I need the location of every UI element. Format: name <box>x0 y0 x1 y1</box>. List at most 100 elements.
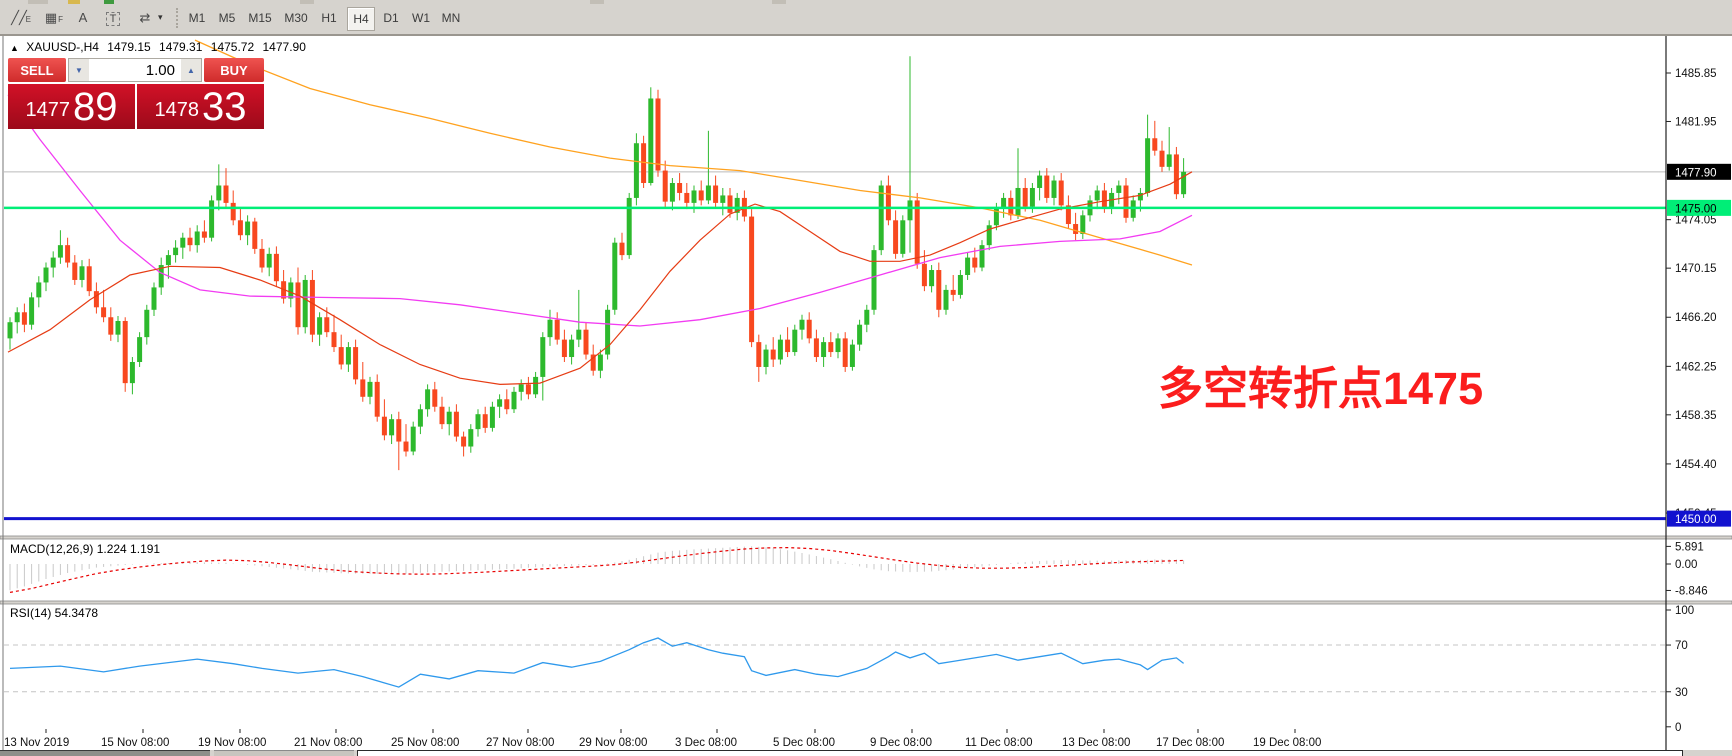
text-label-tool[interactable]: T <box>100 6 126 30</box>
text-tool[interactable]: A <box>70 6 96 30</box>
clipped-bottom-windows <box>0 750 1732 756</box>
candle-body <box>382 417 387 436</box>
timeframe-button-h1[interactable]: H1 <box>317 7 341 29</box>
candle-body <box>209 200 214 237</box>
candle-body <box>454 412 459 437</box>
low-value: 1475.72 <box>211 40 254 54</box>
candle-body <box>231 203 236 220</box>
candle-body <box>274 254 279 281</box>
candle-body <box>36 282 41 297</box>
candle-body <box>303 280 308 327</box>
candle-body <box>512 392 517 409</box>
timeframe-button-d1[interactable]: D1 <box>379 7 403 29</box>
arrows-dropdown-caret[interactable]: ▾ <box>158 12 163 23</box>
candle-body <box>548 320 553 337</box>
candle-body <box>526 384 531 394</box>
rsi-tick-label: 0 <box>1675 722 1681 734</box>
volume-input[interactable] <box>89 59 181 81</box>
candle-body <box>569 340 574 357</box>
time-tick-label: 17 Dec 08:00 <box>1156 737 1224 749</box>
candle-body <box>980 245 985 267</box>
candle-body <box>144 310 149 337</box>
candle-body <box>404 442 409 452</box>
panel-splitter[interactable] <box>0 601 1732 604</box>
candle-body <box>44 268 49 283</box>
candle-body <box>807 320 812 339</box>
clipped-window-edge <box>357 750 1683 756</box>
candle-body <box>879 185 884 250</box>
candle-body <box>670 183 675 202</box>
buy-price-stem: 1478 <box>155 93 200 127</box>
candle-body <box>1037 176 1042 188</box>
equidistant-channel-tool[interactable]: ╱╱E <box>6 6 32 30</box>
fibonacci-retracement-tool[interactable]: ▦F <box>38 6 64 30</box>
price-marker-label: 1475.00 <box>1675 203 1717 215</box>
price-tick-label: 1454.40 <box>1675 459 1717 471</box>
clipped-window-edge <box>214 750 354 756</box>
candle-body <box>497 399 502 406</box>
candle-body <box>490 407 495 428</box>
price-tick-label: 1474.05 <box>1675 215 1717 227</box>
candle-body <box>555 320 560 340</box>
volume-increase-button[interactable]: ▲ <box>181 59 201 81</box>
candle-body <box>627 198 632 255</box>
candle-body <box>346 347 351 364</box>
time-tick-label: 21 Nov 08:00 <box>294 737 362 749</box>
time-tick-label: 9 Dec 08:00 <box>870 737 932 749</box>
timeframe-button-m1[interactable]: M1 <box>185 7 209 29</box>
arrows-tool[interactable]: ⇄ <box>132 6 158 30</box>
candle-body <box>756 342 761 367</box>
buy-price-button[interactable]: 1478 33 <box>137 84 264 129</box>
candle-body <box>886 185 891 220</box>
candle-body <box>720 195 725 202</box>
timeframe-button-mn[interactable]: MN <box>439 7 463 29</box>
candle-body <box>922 264 927 286</box>
collapse-panel-icon[interactable]: ▲ <box>10 43 19 53</box>
candle-body <box>8 322 13 338</box>
candle-body <box>864 310 869 325</box>
buy-button[interactable]: BUY <box>204 58 264 82</box>
candle-body <box>584 330 589 355</box>
chart-text-annotation[interactable]: 多空转折点1475 <box>1158 352 1483 417</box>
candle-body <box>1167 154 1172 166</box>
candle-body <box>677 183 682 193</box>
candle-body <box>166 255 171 265</box>
macd-tick-label: 0.00 <box>1675 559 1697 571</box>
candle-body <box>540 337 545 377</box>
time-tick-label: 13 Nov 2019 <box>4 737 69 749</box>
time-tick-label: 5 Dec 08:00 <box>773 737 835 749</box>
candle-body <box>713 185 718 202</box>
candle-body <box>1044 176 1049 198</box>
panel-splitter[interactable] <box>0 536 1732 539</box>
timeframe-button-m30[interactable]: M30 <box>281 7 311 29</box>
candle-body <box>857 325 862 345</box>
timeframe-button-m15[interactable]: M15 <box>245 7 275 29</box>
candle-body <box>958 275 963 295</box>
sell-price-button[interactable]: 1477 89 <box>8 84 135 129</box>
candle-body <box>1160 151 1165 167</box>
clipped-window-edge <box>0 750 210 756</box>
macd-indicator-label: MACD(12,26,9) 1.224 1.191 <box>10 542 160 556</box>
candle-body <box>483 414 488 428</box>
candle-body <box>836 338 841 352</box>
price-tick-label: 1458.35 <box>1675 410 1717 422</box>
candle-body <box>432 389 437 406</box>
candle-body <box>951 290 956 295</box>
toolbar-drag-handle[interactable] <box>176 8 181 28</box>
sell-button[interactable]: SELL <box>8 58 66 82</box>
candle-body <box>425 389 430 409</box>
macd-tick-label: 5.891 <box>1675 541 1704 553</box>
candle-body <box>1052 181 1057 198</box>
candle-body <box>929 270 934 286</box>
candle-body <box>1030 188 1035 207</box>
candle-body <box>656 98 661 170</box>
candle-body <box>634 143 639 198</box>
volume-decrease-button[interactable]: ▼ <box>69 59 89 81</box>
candle-body <box>684 193 689 203</box>
timeframe-button-h4[interactable]: H4 <box>347 7 375 31</box>
timeframe-button-w1[interactable]: W1 <box>409 7 433 29</box>
candle-body <box>58 245 63 257</box>
candle-body <box>396 419 401 441</box>
candle-body <box>310 280 315 335</box>
timeframe-button-m5[interactable]: M5 <box>215 7 239 29</box>
